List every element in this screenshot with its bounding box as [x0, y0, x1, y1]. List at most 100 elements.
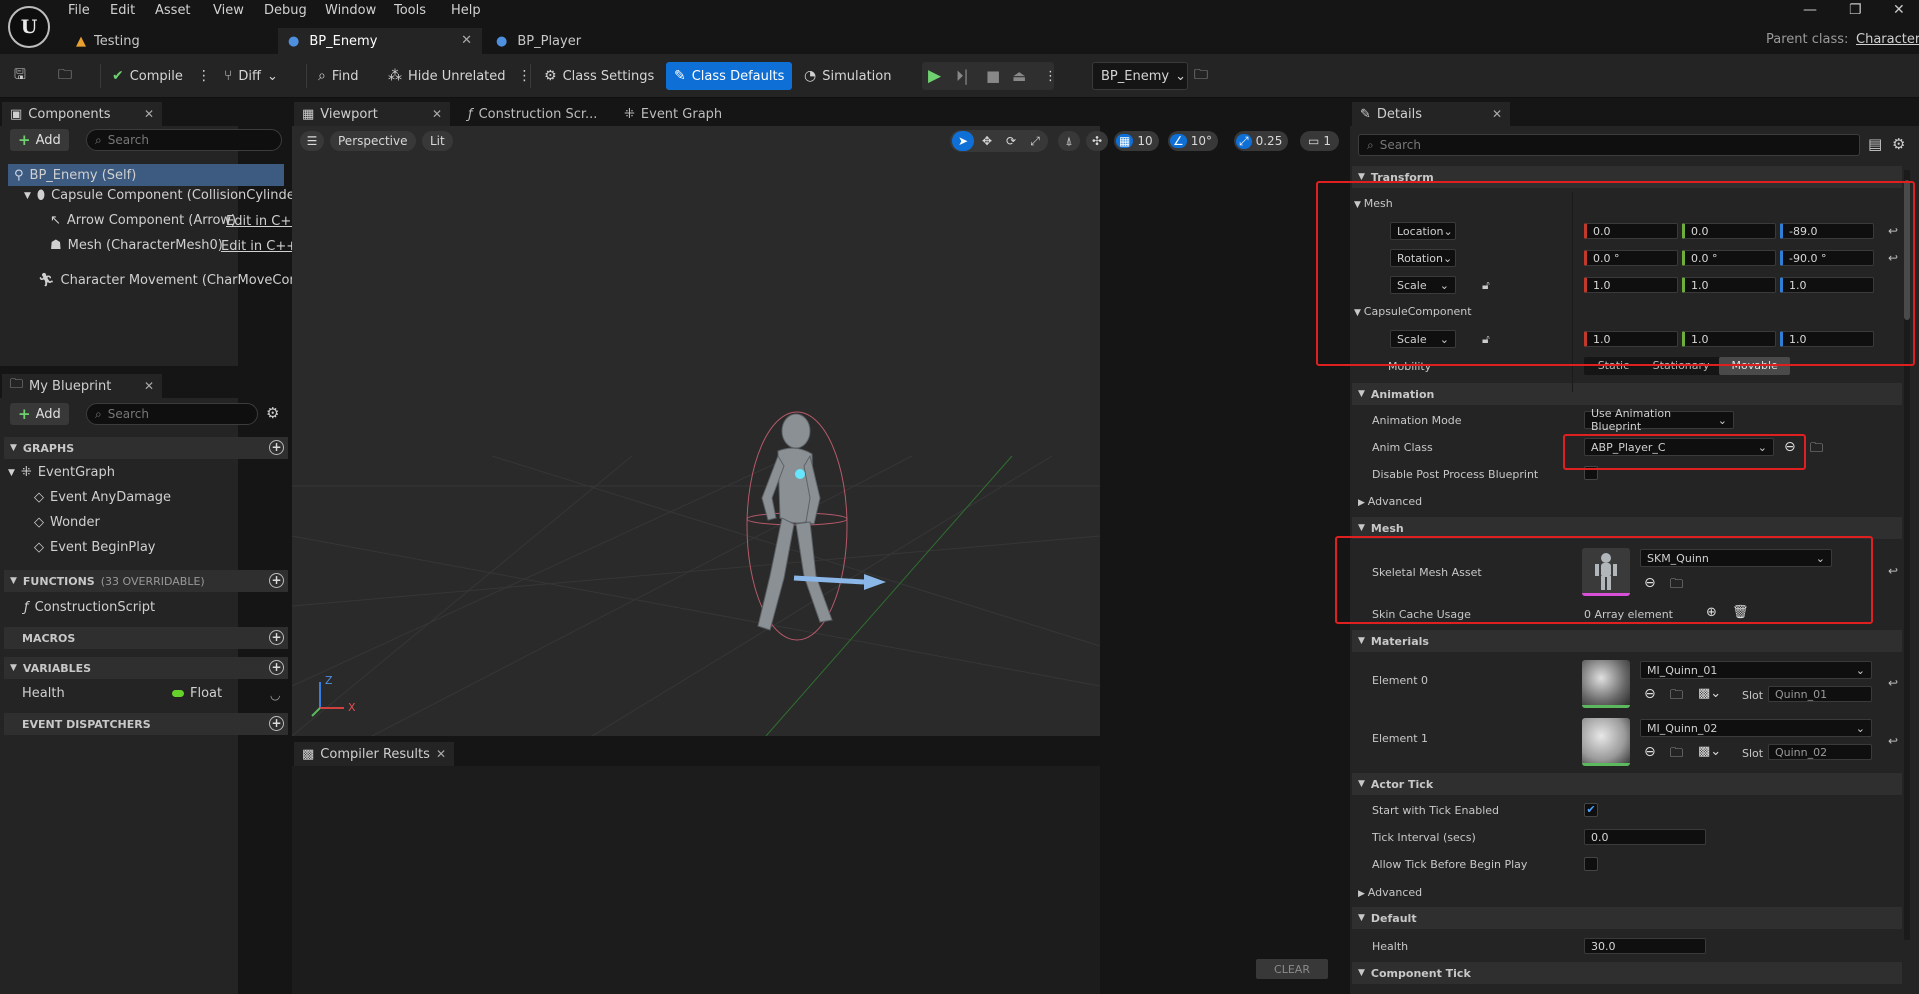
- material-1-thumbnail[interactable]: [1582, 718, 1630, 766]
- add-macro-icon[interactable]: +: [269, 630, 284, 645]
- details-search-input[interactable]: ⌕ Search: [1358, 134, 1860, 156]
- graphs-section[interactable]: ▼ GRAPHS +: [4, 437, 288, 459]
- find-button[interactable]: ⌕ Find: [318, 62, 358, 90]
- advanced-expander-2[interactable]: ▶ Advanced: [1358, 886, 1422, 899]
- stop-button[interactable]: ■: [986, 62, 1000, 90]
- reset-to-default-icon[interactable]: ↩: [1888, 676, 1898, 690]
- component-capsule[interactable]: ▼ ⬮ Capsule Component (CollisionCylinder…: [24, 188, 305, 203]
- tab-components[interactable]: ▣ Components ✕: [2, 102, 162, 126]
- close-icon[interactable]: ✕: [436, 747, 446, 761]
- component-mesh[interactable]: ☗ Mesh (CharacterMesh0): [50, 238, 223, 253]
- world-local-button[interactable]: ✣: [1086, 131, 1108, 151]
- tab-testing[interactable]: ▲ Testing: [66, 28, 276, 54]
- event-wonder-item[interactable]: ◇ Wonder: [34, 515, 100, 530]
- select-tool-button[interactable]: ➤: [952, 131, 974, 151]
- material-0-thumbnail[interactable]: [1582, 660, 1630, 708]
- add-graph-icon[interactable]: +: [269, 440, 284, 455]
- close-icon[interactable]: ✕: [144, 379, 154, 393]
- gear-icon[interactable]: ⚙: [266, 404, 279, 422]
- components-search-input[interactable]: ⌕ Search: [86, 129, 282, 151]
- component-tick-section[interactable]: ▼ Component Tick: [1352, 962, 1902, 984]
- viewport-menu-button[interactable]: ☰: [300, 131, 324, 151]
- use-selected-icon[interactable]: ⊖: [1644, 686, 1656, 702]
- unreal-logo-icon[interactable]: U: [8, 6, 50, 48]
- surface-snap-button[interactable]: ⍋: [1058, 131, 1080, 151]
- move-tool-button[interactable]: ✥: [976, 131, 998, 151]
- add-blueprint-item-button[interactable]: + Add: [10, 403, 69, 425]
- menu-window[interactable]: Window: [325, 3, 376, 18]
- tab-construction-script[interactable]: ƒ Construction Scr...: [460, 102, 605, 126]
- close-icon[interactable]: ✕: [432, 107, 442, 121]
- event-begin-play-item[interactable]: ◇ Event BeginPlay: [34, 540, 156, 555]
- slot-0-field[interactable]: Quinn_01: [1768, 686, 1872, 702]
- tick-interval-field[interactable]: 0.0: [1584, 829, 1706, 845]
- debug-browse-button[interactable]: 🗀: [1194, 62, 1208, 90]
- material-0-select[interactable]: MI_Quinn_01 ⌄: [1640, 661, 1872, 679]
- tab-event-graph[interactable]: ⁜ Event Graph: [616, 102, 730, 126]
- rotate-tool-button[interactable]: ⟳: [1000, 131, 1022, 151]
- viewport[interactable]: Z X: [292, 126, 1100, 736]
- material-1-select[interactable]: MI_Quinn_02 ⌄: [1640, 719, 1872, 737]
- event-any-damage-item[interactable]: ◇ Event AnyDamage: [34, 490, 171, 505]
- camera-speed-button[interactable]: ▭ 1: [1300, 131, 1339, 151]
- slot-1-field[interactable]: Quinn_02: [1768, 744, 1872, 760]
- component-self[interactable]: ⚲ BP_Enemy (Self): [8, 164, 284, 186]
- add-function-icon[interactable]: +: [269, 573, 284, 588]
- perspective-button[interactable]: Perspective: [330, 131, 416, 151]
- scale-snap-button[interactable]: ⤢ 0.25: [1234, 131, 1289, 151]
- variable-health[interactable]: Health: [22, 686, 65, 701]
- restore-icon[interactable]: ❐: [1849, 2, 1862, 18]
- advanced-expander[interactable]: ▶ Advanced: [1358, 495, 1422, 508]
- browse-icon[interactable]: 🗀: [1810, 439, 1823, 461]
- class-defaults-button[interactable]: ✎ Class Defaults: [666, 62, 793, 90]
- play-button[interactable]: ▶: [928, 62, 941, 90]
- add-variable-icon[interactable]: +: [269, 660, 284, 675]
- tab-details[interactable]: ✎ Details ✕: [1352, 102, 1510, 126]
- event-graph-item[interactable]: ▼ ⁜ EventGraph: [8, 465, 115, 480]
- my-blueprint-search-input[interactable]: ⌕ Search: [86, 403, 258, 425]
- menu-debug[interactable]: Debug: [264, 3, 307, 18]
- checker-icon[interactable]: ▩⌄: [1698, 744, 1721, 759]
- hide-unrelated-button[interactable]: ⁂ Hide Unrelated ⋮: [388, 62, 532, 90]
- edit-in-cpp-link[interactable]: Edit in C++: [221, 239, 297, 254]
- macros-section[interactable]: MACROS +: [4, 627, 288, 649]
- actor-tick-section[interactable]: ▼ Actor Tick: [1352, 773, 1902, 795]
- health-field[interactable]: 30.0: [1584, 938, 1706, 954]
- table-view-icon[interactable]: ▤: [1868, 135, 1882, 153]
- menu-asset[interactable]: Asset: [155, 3, 191, 18]
- more-icon[interactable]: ⋮: [197, 68, 211, 84]
- animation-section[interactable]: ▼ Animation: [1352, 383, 1902, 405]
- save-button[interactable]: 🖫: [14, 62, 26, 90]
- class-settings-button[interactable]: ⚙ Class Settings: [544, 62, 654, 90]
- component-character-movement[interactable]: 🏃︎ Character Movement (CharMoveComp): [38, 273, 315, 288]
- use-selected-icon[interactable]: ⊖: [1644, 744, 1656, 760]
- animation-mode-select[interactable]: Use Animation Blueprint ⌄: [1584, 407, 1734, 433]
- close-icon[interactable]: ✕: [461, 33, 472, 48]
- close-icon[interactable]: ✕: [144, 107, 154, 121]
- browse-icon[interactable]: 🗀: [1670, 686, 1683, 708]
- add-dispatcher-icon[interactable]: +: [269, 716, 284, 731]
- scale-tool-button[interactable]: ⤢: [1024, 131, 1046, 151]
- variable-type[interactable]: Float: [172, 686, 222, 701]
- clear-button[interactable]: CLEAR: [1256, 959, 1328, 979]
- debug-object-select[interactable]: BP_Enemy ⌄: [1092, 62, 1188, 90]
- menu-help[interactable]: Help: [451, 3, 481, 18]
- compile-button[interactable]: ✔ Compile ⋮: [112, 62, 211, 90]
- browse-icon[interactable]: 🗀: [1670, 744, 1683, 766]
- lit-button[interactable]: Lit: [422, 131, 453, 151]
- checker-icon[interactable]: ▩⌄: [1698, 686, 1721, 701]
- eye-icon[interactable]: ◡: [270, 688, 280, 702]
- play-options-button[interactable]: ⋮: [1044, 62, 1057, 90]
- minimize-icon[interactable]: —: [1803, 2, 1817, 18]
- eject-button[interactable]: ⏏: [1012, 62, 1026, 90]
- grid-snap-button[interactable]: ▦ 10: [1114, 131, 1159, 151]
- close-icon[interactable]: ✕: [1492, 107, 1502, 121]
- gear-icon[interactable]: ⚙: [1892, 135, 1905, 153]
- add-component-button[interactable]: + Add: [10, 129, 69, 151]
- tab-bp-enemy[interactable]: ● BP_Enemy ✕: [278, 28, 482, 54]
- close-window-icon[interactable]: ✕: [1893, 2, 1905, 18]
- parent-class-link[interactable]: Character: [1856, 32, 1919, 47]
- tab-bp-player[interactable]: ● BP_Player: [486, 28, 686, 54]
- edit-in-cpp-link[interactable]: Edit in C++: [226, 214, 302, 229]
- component-arrow[interactable]: ↖ Arrow Component (Arrow): [50, 213, 236, 228]
